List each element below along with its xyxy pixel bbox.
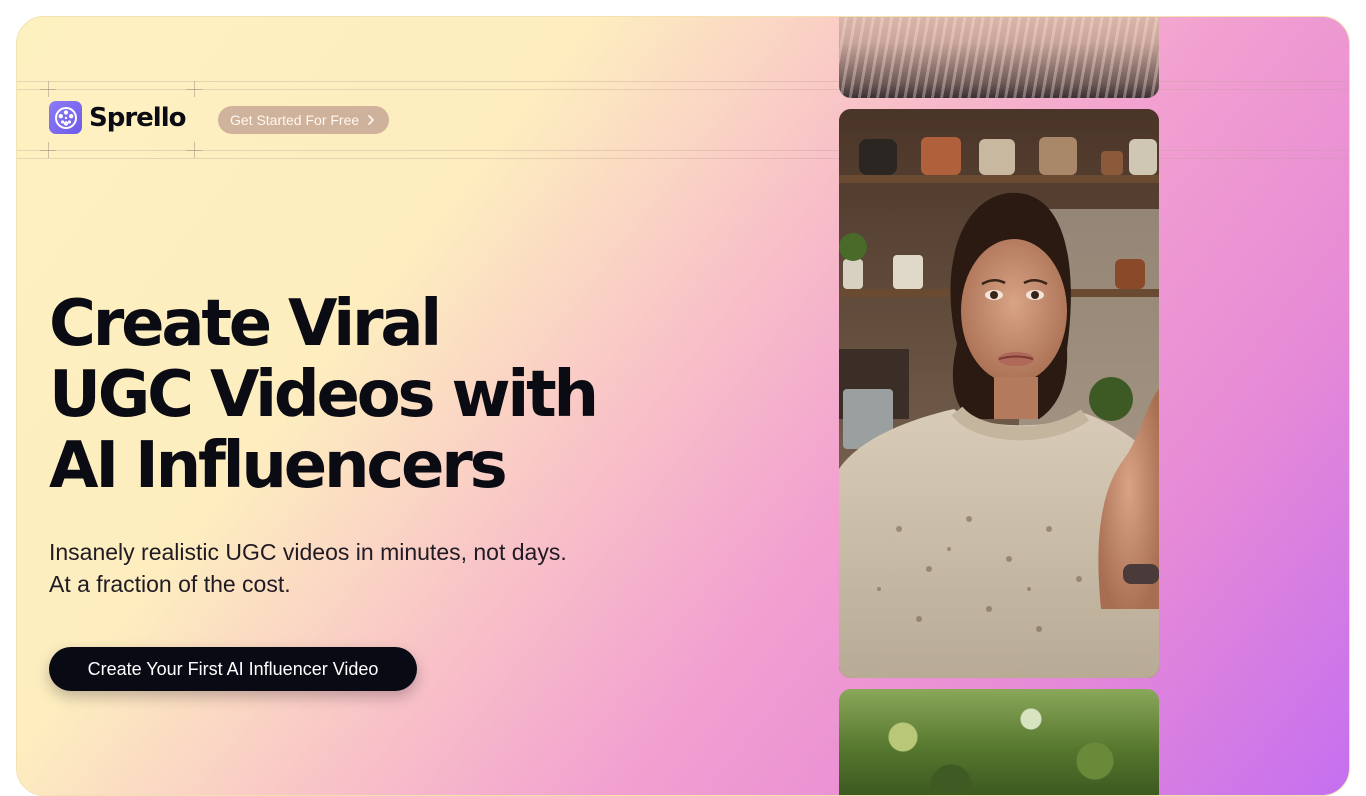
video-thumbnail-top[interactable] <box>839 17 1159 98</box>
guide-tick <box>40 89 56 90</box>
guide-tick <box>40 150 56 151</box>
create-video-button[interactable]: Create Your First AI Influencer Video <box>49 647 417 691</box>
brand-logo[interactable]: Sprello <box>49 101 186 134</box>
hero-subtitle: Insanely realistic UGC videos in minutes… <box>49 536 669 600</box>
headline-line: UGC Videos with <box>49 358 599 432</box>
subtitle-line: At a fraction of the cost. <box>49 571 291 597</box>
get-started-button[interactable]: Get Started For Free <box>218 106 390 134</box>
guide-tick <box>186 89 202 90</box>
headline-line: AI Influencers <box>49 429 508 503</box>
film-reel-icon <box>49 101 82 134</box>
subtitle-line: Insanely realistic UGC videos in minutes… <box>49 539 567 565</box>
chevron-right-icon <box>367 113 375 128</box>
hero-section: Sprello Get Started For Free Create Vira… <box>16 16 1350 796</box>
headline-line: Create Viral <box>49 287 442 361</box>
page-title: Create Viral UGC Videos with AI Influenc… <box>49 289 689 502</box>
guide-tick <box>186 150 202 151</box>
get-started-label: Get Started For Free <box>230 112 360 128</box>
video-thumbnail-main[interactable] <box>839 109 1159 678</box>
brand-name: Sprello <box>89 102 186 133</box>
influencer-portrait-image <box>839 109 1159 678</box>
video-thumbnail-bottom[interactable] <box>839 689 1159 795</box>
